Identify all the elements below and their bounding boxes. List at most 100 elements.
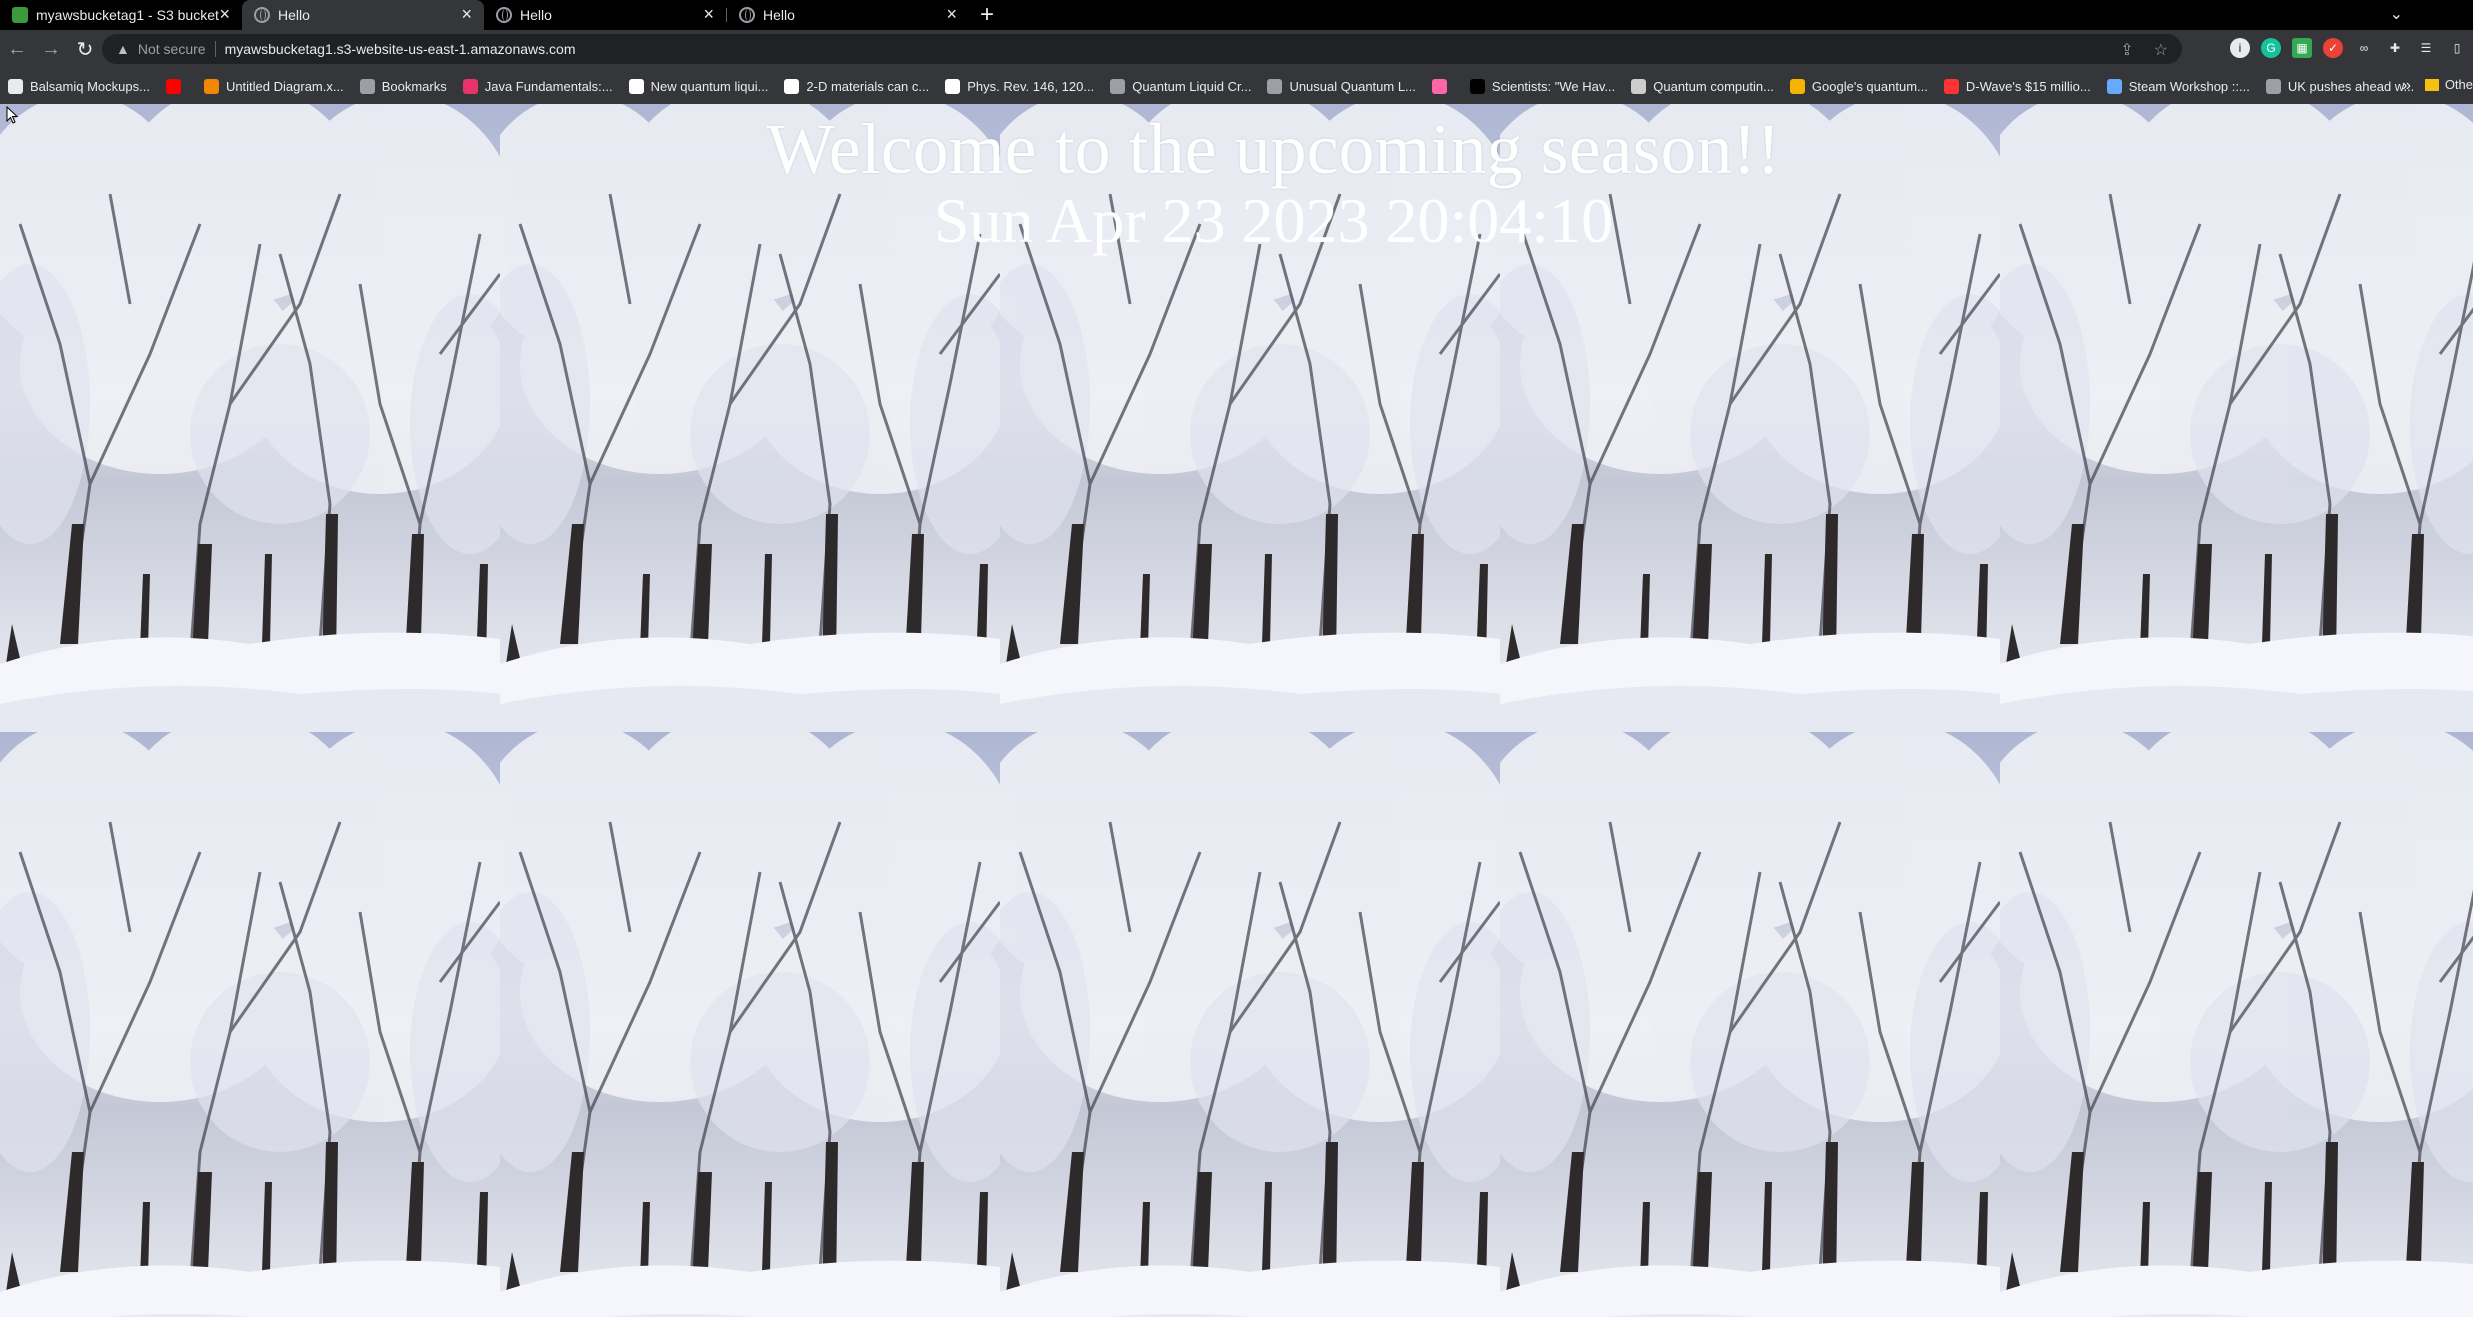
bookmark-item[interactable]: Scientists: "We Hav...	[1469, 78, 1616, 94]
globe-icon	[496, 7, 512, 23]
divider	[214, 41, 216, 57]
bookmark-label: Steam Workshop ::...	[2128, 78, 2250, 94]
warning-icon[interactable]: ▲	[116, 41, 130, 57]
bookmark-favicon-icon	[462, 78, 478, 94]
bookmark-item[interactable]: Java Fundamentals:...	[462, 78, 613, 94]
bookmark-item[interactable]: New quantum liqui...	[628, 78, 769, 94]
snowy-forest-image	[0, 732, 500, 1317]
snowy-forest-image	[2000, 732, 2473, 1317]
extension-grid-icon[interactable]: ▦	[2292, 38, 2312, 58]
bookmark-label: Google's quantum...	[1811, 78, 1928, 94]
bookmark-item[interactable]: Phys. Rev. 146, 120...	[945, 78, 1095, 94]
bookmark-label: Java Fundamentals:...	[484, 78, 613, 94]
bookmark-favicon-icon	[359, 78, 375, 94]
bookmark-favicon-icon	[2265, 78, 2281, 94]
tab-title: Hello	[278, 7, 310, 23]
bookmark-item[interactable]: Steam Workshop ::...	[2106, 78, 2250, 94]
new-tab-button[interactable]: +	[969, 0, 1005, 30]
bookmark-item[interactable]: Quantum computin...	[1631, 78, 1774, 94]
forward-button[interactable]: →	[34, 38, 68, 61]
bookmark-item[interactable]	[1431, 78, 1454, 94]
bookmark-favicon-icon	[165, 78, 181, 94]
tab-strip: myawsbucketag1 - S3 bucket × Hello × Hel…	[0, 0, 2473, 30]
url-text[interactable]: myawsbucketag1.s3-website-us-east-1.amaz…	[225, 41, 576, 57]
tab-hello-2[interactable]: Hello ×	[484, 0, 726, 30]
extension-glasses-icon[interactable]: ∞	[2354, 38, 2374, 58]
security-label[interactable]: Not secure	[138, 41, 206, 57]
bookmark-star-icon[interactable]: ☆	[2154, 40, 2168, 60]
tab-hello-3[interactable]: Hello ×	[727, 0, 969, 30]
bookmark-item[interactable]: 2-D materials can c...	[784, 78, 930, 94]
bookmark-favicon-icon	[1789, 78, 1805, 94]
bookmark-label: Bookmarks	[381, 78, 447, 94]
bookmark-item[interactable]: Bookmarks	[359, 78, 447, 94]
close-icon[interactable]: ×	[946, 5, 957, 23]
bookmark-item[interactable]: Balsamiq Mockups...	[8, 78, 150, 94]
bookmark-label: Balsamiq Mockups...	[30, 78, 150, 94]
tab-title: Hello	[520, 7, 552, 23]
reading-list-icon[interactable]: ☰	[2416, 38, 2436, 58]
bookmark-label: 2-D materials can c...	[806, 78, 930, 94]
bookmark-favicon-icon	[1469, 78, 1485, 94]
bookmark-item[interactable]: UK pushes ahead w...	[2265, 78, 2415, 94]
close-icon[interactable]: ×	[461, 5, 472, 23]
other-bookmarks[interactable]: Othe	[2424, 77, 2473, 92]
folder-icon	[2424, 78, 2439, 91]
bookmark-item[interactable]: Untitled Diagram.x...	[203, 78, 344, 94]
back-button[interactable]: ←	[0, 38, 34, 61]
bookmark-favicon-icon	[203, 78, 219, 94]
bookmark-label: Untitled Diagram.x...	[225, 78, 344, 94]
bookmark-favicon-icon	[1431, 78, 1447, 94]
extension-info-icon[interactable]: i	[2230, 38, 2250, 58]
bookmark-label: D-Wave's $15 millio...	[1965, 78, 2091, 94]
globe-icon	[254, 7, 270, 23]
close-icon[interactable]: ×	[703, 5, 714, 23]
extension-red-icon[interactable]: ✓	[2323, 38, 2343, 58]
bookmark-favicon-icon	[1110, 78, 1126, 94]
current-datetime: Sun Apr 23 2023 20:04:10	[933, 185, 1614, 256]
bookmark-favicon-icon	[784, 78, 800, 94]
bookmark-label: Phys. Rev. 146, 120...	[967, 78, 1095, 94]
bookmark-item[interactable]: Unusual Quantum L...	[1267, 78, 1416, 94]
bookmark-item[interactable]: Quantum Liquid Cr...	[1110, 78, 1252, 94]
bookmark-label: Scientists: "We Hav...	[1491, 78, 1616, 94]
bookmark-item[interactable]: Google's quantum...	[1789, 78, 1928, 94]
page-viewport: Welcome to the upcoming season!! Sun Apr…	[0, 104, 2473, 1317]
reload-button[interactable]: ↻	[68, 37, 102, 62]
bookmark-favicon-icon	[2106, 78, 2122, 94]
bookmark-favicon-icon	[628, 78, 644, 94]
page-title: Welcome to the upcoming season!!	[766, 109, 1781, 189]
chevron-right-icon[interactable]: »	[2402, 77, 2411, 95]
bookmark-favicon-icon	[945, 78, 961, 94]
mouse-cursor-icon	[6, 106, 18, 124]
tab-search-icon[interactable]: ⌄	[2390, 4, 2403, 24]
tab-s3-bucket[interactable]: myawsbucketag1 - S3 bucket ×	[0, 0, 242, 30]
extensions-puzzle-icon[interactable]: ✚	[2385, 38, 2405, 58]
bookmark-label: Quantum Liquid Cr...	[1132, 78, 1252, 94]
bookmarks-bar: Balsamiq Mockups... Untitled Diagram.x...…	[0, 68, 2473, 104]
bookmark-label: New quantum liqui...	[650, 78, 769, 94]
bookmark-favicon-icon	[8, 78, 23, 94]
background-tiles	[0, 104, 2473, 1317]
tab-title: Hello	[763, 7, 795, 23]
browser-toolbar: ← → ↻ ▲ Not secure myawsbucketag1.s3-web…	[0, 30, 2473, 68]
address-bar[interactable]: ▲ Not secure myawsbucketag1.s3-website-u…	[102, 34, 2182, 64]
extensions-area: i G ▦ ✓ ∞ ✚ ☰ ▯	[2230, 38, 2467, 58]
share-icon[interactable]: ⇪	[2120, 40, 2133, 60]
page-header: Welcome to the upcoming season!! Sun Apr…	[0, 104, 2473, 256]
bookmark-label: Unusual Quantum L...	[1289, 78, 1416, 94]
globe-icon	[739, 7, 755, 23]
close-icon[interactable]: ×	[219, 5, 230, 23]
bookmarks-list: Balsamiq Mockups... Untitled Diagram.x...…	[0, 78, 2430, 94]
tab-title: myawsbucketag1 - S3 bucket	[36, 7, 219, 23]
bookmark-favicon-icon	[1267, 78, 1283, 94]
grammarly-icon[interactable]: G	[2261, 38, 2281, 58]
bookmark-item[interactable]	[165, 78, 188, 94]
bookmark-label: Quantum computin...	[1653, 78, 1774, 94]
snowy-forest-image	[1000, 732, 1500, 1317]
bookmark-item[interactable]: D-Wave's $15 millio...	[1943, 78, 2091, 94]
snowy-forest-image	[1500, 732, 2000, 1317]
bookmark-label: UK pushes ahead w...	[2287, 78, 2415, 94]
tab-hello-active[interactable]: Hello ×	[242, 0, 484, 30]
side-panel-icon[interactable]: ▯	[2447, 38, 2467, 58]
